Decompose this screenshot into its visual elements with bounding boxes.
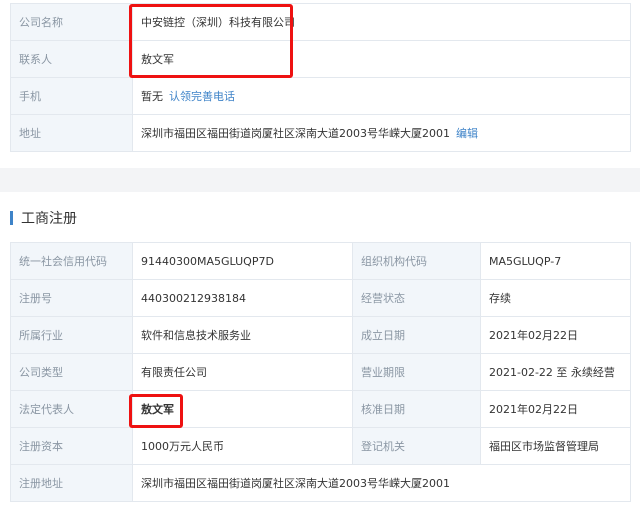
table-row: 注册地址 深圳市福田区福田街道岗厦社区深南大道2003号华嵘大厦2001	[10, 464, 631, 502]
approval-date-value: 2021年02月22日	[480, 390, 631, 428]
phone-cell: 暂无 认领完善电话	[132, 77, 631, 115]
highlight-box-company-contact	[129, 4, 293, 78]
credit-code-label: 统一社会信用代码	[10, 242, 133, 280]
section-accent-bar	[10, 211, 13, 225]
industry-value: 软件和信息技术服务业	[132, 316, 353, 354]
reg-address-label: 注册地址	[10, 464, 133, 502]
status-label: 经营状态	[352, 279, 481, 317]
reg-authority-value: 福田区市场监督管理局	[480, 427, 631, 465]
table-row: 注册资本 1000万元人民币 登记机关 福田区市场监督管理局	[10, 427, 631, 465]
reg-number-label: 注册号	[10, 279, 133, 317]
section-header: 工商注册	[10, 210, 77, 227]
section-title: 工商注册	[21, 211, 77, 227]
table-row: 法定代表人 敖文军 核准日期 2021年02月22日	[10, 390, 631, 428]
company-type-label: 公司类型	[10, 353, 133, 391]
table-row: 公司名称 中安链控（深圳）科技有限公司	[10, 3, 631, 41]
reg-capital-label: 注册资本	[10, 427, 133, 465]
phone-label: 手机	[10, 77, 133, 115]
reg-authority-label: 登记机关	[352, 427, 481, 465]
contact-info-card: 公司名称 中安链控（深圳）科技有限公司 联系人 敖文军 手机 暂无 认领完善电话 …	[0, 0, 640, 168]
status-value: 存续	[480, 279, 631, 317]
table-row: 公司类型 有限责任公司 营业期限 2021-02-22 至 永续经营	[10, 353, 631, 391]
business-registration-card: 工商注册 统一社会信用代码 91440300MA5GLUQP7D 组织机构代码 …	[0, 192, 640, 506]
phone-value: 暂无	[141, 90, 163, 103]
reg-number-value: 440300212938184	[132, 279, 353, 317]
address-label: 地址	[10, 114, 133, 152]
industry-label: 所属行业	[10, 316, 133, 354]
established-date-label: 成立日期	[352, 316, 481, 354]
address-value: 深圳市福田区福田街道岗厦社区深南大道2003号华嵘大厦2001	[141, 127, 450, 140]
reg-capital-value: 1000万元人民币	[132, 427, 353, 465]
contact-person-label: 联系人	[10, 40, 133, 78]
table-row: 地址 深圳市福田区福田街道岗厦社区深南大道2003号华嵘大厦2001 编辑	[10, 114, 631, 152]
table-row: 注册号 440300212938184 经营状态 存续	[10, 279, 631, 317]
legal-rep-label: 法定代表人	[10, 390, 133, 428]
org-code-value: MA5GLUQP-7	[480, 242, 631, 280]
highlight-box-legal-rep	[129, 394, 183, 428]
credit-code-value: 91440300MA5GLUQP7D	[132, 242, 353, 280]
registration-table: 统一社会信用代码 91440300MA5GLUQP7D 组织机构代码 MA5GL…	[10, 242, 631, 502]
business-term-value: 2021-02-22 至 永续经营	[480, 353, 631, 391]
company-type-value: 有限责任公司	[132, 353, 353, 391]
address-cell: 深圳市福田区福田街道岗厦社区深南大道2003号华嵘大厦2001 编辑	[132, 114, 631, 152]
established-date-value: 2021年02月22日	[480, 316, 631, 354]
org-code-label: 组织机构代码	[352, 242, 481, 280]
table-row: 联系人 敖文军	[10, 40, 631, 78]
approval-date-label: 核准日期	[352, 390, 481, 428]
table-row: 统一社会信用代码 91440300MA5GLUQP7D 组织机构代码 MA5GL…	[10, 242, 631, 280]
company-name-label: 公司名称	[10, 3, 133, 41]
claim-phone-link[interactable]: 认领完善电话	[169, 90, 235, 103]
contact-info-table: 公司名称 中安链控（深圳）科技有限公司 联系人 敖文军 手机 暂无 认领完善电话 …	[10, 3, 631, 152]
table-row: 手机 暂无 认领完善电话	[10, 77, 631, 115]
reg-address-value: 深圳市福田区福田街道岗厦社区深南大道2003号华嵘大厦2001	[132, 464, 631, 502]
business-term-label: 营业期限	[352, 353, 481, 391]
edit-address-link[interactable]: 编辑	[456, 127, 478, 140]
table-row: 所属行业 软件和信息技术服务业 成立日期 2021年02月22日	[10, 316, 631, 354]
